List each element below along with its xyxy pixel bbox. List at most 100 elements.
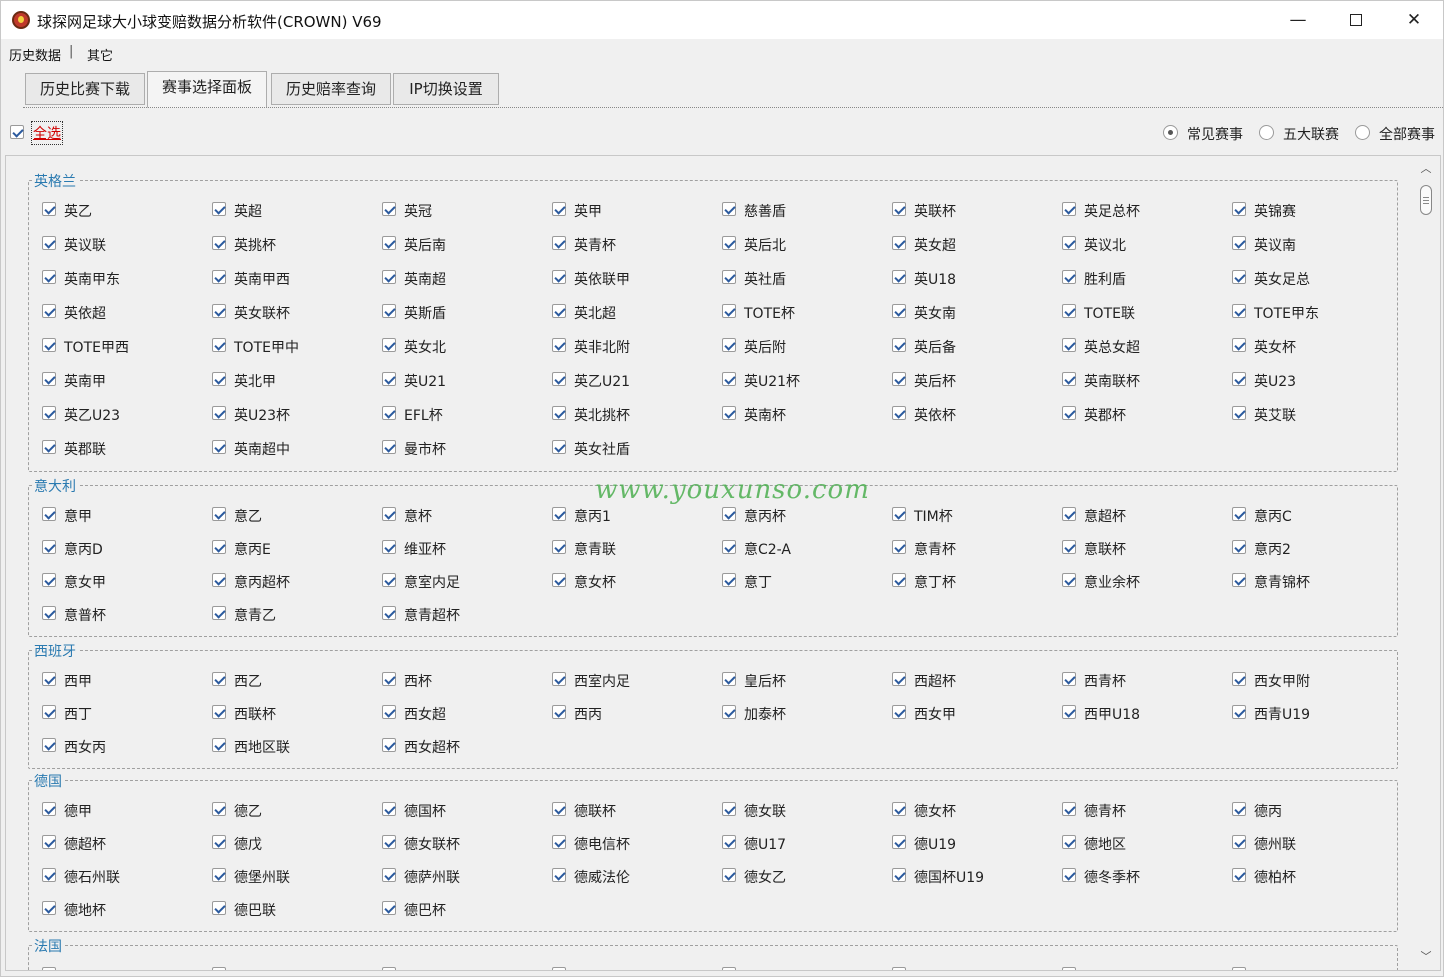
- league-checkbox[interactable]: [382, 901, 396, 915]
- league-checkbox[interactable]: [892, 202, 906, 216]
- league-checkbox[interactable]: [552, 440, 566, 454]
- league-checkbox[interactable]: [1232, 802, 1246, 816]
- league-checkbox[interactable]: [1062, 705, 1076, 719]
- league-checkbox[interactable]: [42, 507, 56, 521]
- league-checkbox[interactable]: [382, 802, 396, 816]
- league-checkbox[interactable]: [212, 835, 226, 849]
- league-checkbox[interactable]: [382, 868, 396, 882]
- league-checkbox[interactable]: [722, 868, 736, 882]
- radio-common-matches-label[interactable]: 常见赛事: [1187, 124, 1243, 144]
- league-checkbox[interactable]: [892, 835, 906, 849]
- league-checkbox[interactable]: [42, 406, 56, 420]
- league-checkbox[interactable]: [552, 338, 566, 352]
- league-checkbox[interactable]: [382, 338, 396, 352]
- league-checkbox[interactable]: [722, 705, 736, 719]
- league-checkbox[interactable]: [1232, 705, 1246, 719]
- league-checkbox[interactable]: [1232, 868, 1246, 882]
- menu-other[interactable]: 其它: [87, 45, 113, 64]
- league-checkbox[interactable]: [722, 507, 736, 521]
- league-checkbox[interactable]: [552, 868, 566, 882]
- league-checkbox[interactable]: [1062, 304, 1076, 318]
- league-checkbox[interactable]: [382, 406, 396, 420]
- league-checkbox[interactable]: [552, 507, 566, 521]
- league-checkbox[interactable]: [552, 304, 566, 318]
- league-checkbox[interactable]: [42, 606, 56, 620]
- league-checkbox[interactable]: [382, 705, 396, 719]
- league-checkbox[interactable]: [42, 868, 56, 882]
- league-checkbox[interactable]: [892, 967, 906, 970]
- title-bar[interactable]: 球探网足球大小球变赔数据分析软件(CROWN) V69 — ✕: [1, 1, 1443, 39]
- league-checkbox[interactable]: [892, 372, 906, 386]
- league-checkbox[interactable]: [1062, 573, 1076, 587]
- league-checkbox[interactable]: [212, 802, 226, 816]
- league-checkbox[interactable]: [212, 540, 226, 554]
- league-checkbox[interactable]: [42, 573, 56, 587]
- league-checkbox[interactable]: [212, 236, 226, 250]
- league-checkbox[interactable]: [552, 672, 566, 686]
- league-checkbox[interactable]: [42, 540, 56, 554]
- league-checkbox[interactable]: [552, 835, 566, 849]
- league-checkbox[interactable]: [892, 705, 906, 719]
- league-checkbox[interactable]: [212, 406, 226, 420]
- league-checkbox[interactable]: [1232, 372, 1246, 386]
- league-checkbox[interactable]: [1232, 507, 1246, 521]
- radio-top-five-leagues-label[interactable]: 五大联赛: [1283, 124, 1339, 144]
- radio-all-matches-label[interactable]: 全部赛事: [1379, 124, 1435, 144]
- select-all-checkbox[interactable]: [10, 125, 24, 139]
- minimize-button[interactable]: —: [1269, 1, 1327, 39]
- league-checkbox[interactable]: [212, 440, 226, 454]
- league-checkbox[interactable]: [722, 202, 736, 216]
- league-checkbox[interactable]: [1232, 967, 1246, 970]
- league-checkbox[interactable]: [382, 573, 396, 587]
- league-checkbox[interactable]: [382, 440, 396, 454]
- league-checkbox[interactable]: [722, 672, 736, 686]
- league-checkbox[interactable]: [42, 372, 56, 386]
- league-checkbox[interactable]: [42, 802, 56, 816]
- league-checkbox[interactable]: [1062, 507, 1076, 521]
- maximize-button[interactable]: [1327, 1, 1385, 39]
- league-checkbox[interactable]: [42, 236, 56, 250]
- league-checkbox[interactable]: [212, 868, 226, 882]
- league-checkbox[interactable]: [892, 802, 906, 816]
- league-checkbox[interactable]: [552, 372, 566, 386]
- league-checkbox[interactable]: [212, 270, 226, 284]
- league-checkbox[interactable]: [1062, 540, 1076, 554]
- vertical-scrollbar[interactable]: ︿ ﹀: [1417, 161, 1435, 967]
- league-checkbox[interactable]: [382, 967, 396, 970]
- scroll-up-icon[interactable]: ︿: [1420, 163, 1432, 175]
- league-checkbox[interactable]: [1232, 835, 1246, 849]
- league-checkbox[interactable]: [1062, 802, 1076, 816]
- league-checkbox[interactable]: [42, 270, 56, 284]
- league-checkbox[interactable]: [552, 705, 566, 719]
- league-checkbox[interactable]: [382, 540, 396, 554]
- league-checkbox[interactable]: [1232, 406, 1246, 420]
- league-checkbox[interactable]: [722, 236, 736, 250]
- league-checkbox[interactable]: [212, 705, 226, 719]
- league-checkbox[interactable]: [212, 507, 226, 521]
- league-checkbox[interactable]: [42, 202, 56, 216]
- league-checkbox[interactable]: [1232, 304, 1246, 318]
- league-checkbox[interactable]: [1062, 202, 1076, 216]
- league-checkbox[interactable]: [382, 270, 396, 284]
- league-checkbox[interactable]: [1062, 236, 1076, 250]
- league-checkbox[interactable]: [212, 304, 226, 318]
- league-checkbox[interactable]: [892, 338, 906, 352]
- league-checkbox[interactable]: [722, 835, 736, 849]
- league-checkbox[interactable]: [382, 738, 396, 752]
- league-checkbox[interactable]: [1062, 338, 1076, 352]
- league-checkbox[interactable]: [382, 835, 396, 849]
- league-checkbox[interactable]: [42, 901, 56, 915]
- league-checkbox[interactable]: [892, 540, 906, 554]
- league-checkbox[interactable]: [382, 202, 396, 216]
- league-checkbox[interactable]: [212, 606, 226, 620]
- league-checkbox[interactable]: [212, 338, 226, 352]
- league-checkbox[interactable]: [212, 967, 226, 970]
- league-checkbox[interactable]: [552, 540, 566, 554]
- league-checkbox[interactable]: [42, 967, 56, 970]
- league-checkbox[interactable]: [42, 304, 56, 318]
- league-checkbox[interactable]: [1062, 967, 1076, 970]
- league-checkbox[interactable]: [1062, 372, 1076, 386]
- league-checkbox[interactable]: [722, 270, 736, 284]
- select-all-label[interactable]: 全选: [31, 121, 63, 145]
- league-checkbox[interactable]: [722, 802, 736, 816]
